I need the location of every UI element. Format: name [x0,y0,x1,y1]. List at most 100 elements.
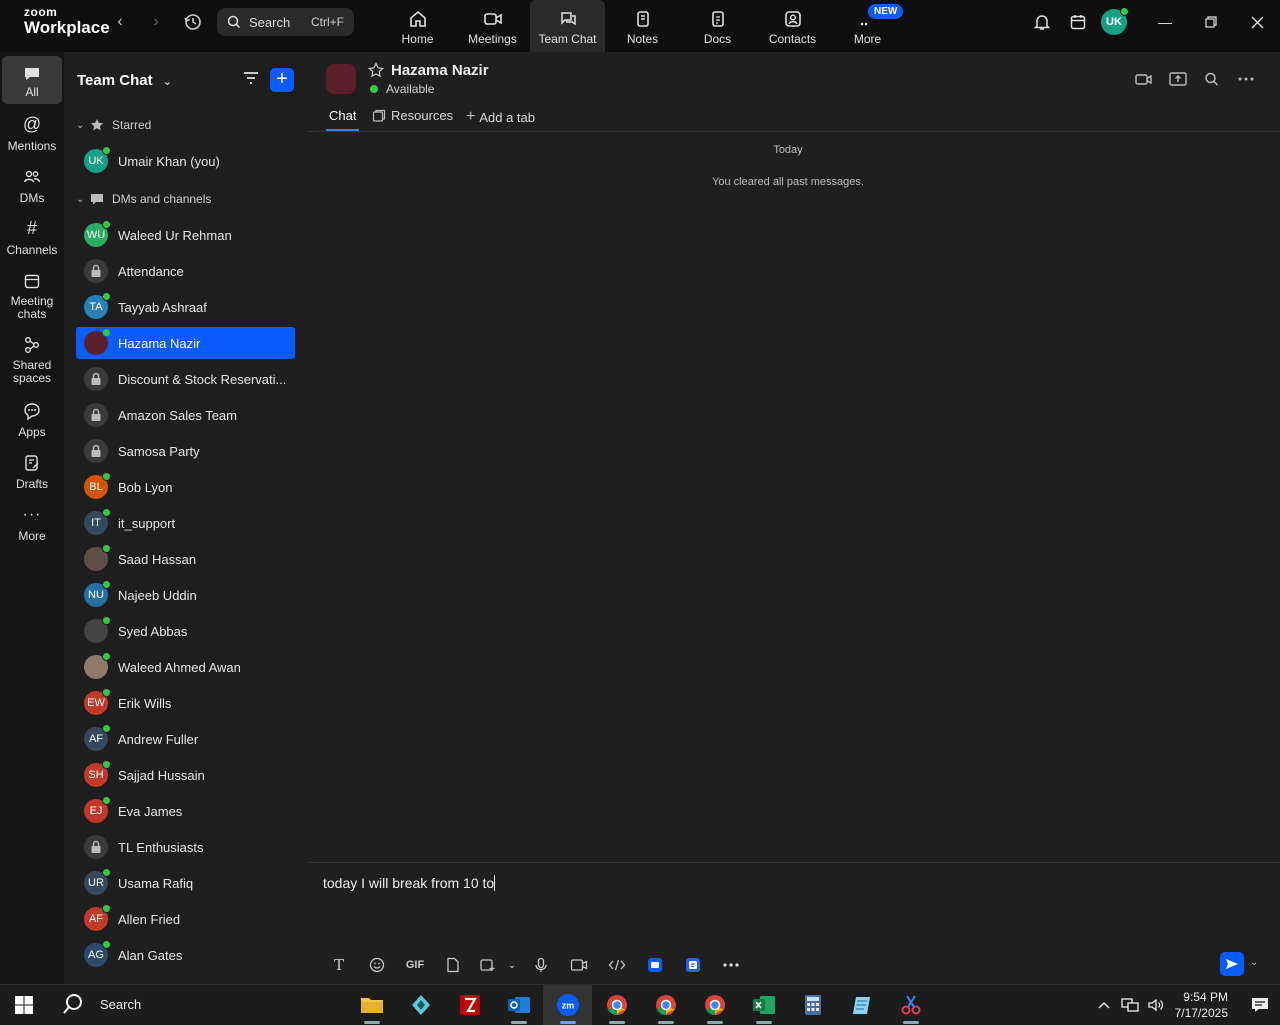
sidebar-title[interactable]: Team Chat ⌄ [77,72,172,89]
chrome-profile-2-icon[interactable] [641,985,690,1025]
gif-button[interactable]: GIF [396,953,434,977]
tab-chat[interactable]: Chat [325,108,360,131]
sidebar-item[interactable]: Amazon Sales Team [76,399,295,431]
microphone-icon[interactable] [522,953,560,977]
sidebar-item[interactable]: Discount & Stock Reservati... [76,363,295,395]
sidebar-item[interactable]: EW Erik Wills [76,687,295,719]
sidebar-item[interactable]: WU Waleed Ur Rehman [76,219,295,251]
chrome-icon[interactable] [592,985,641,1025]
restore-icon[interactable] [1188,0,1234,44]
avatar-initials: AG [88,949,104,961]
section-starred[interactable]: ⌄ Starred [76,118,151,132]
sidebar-item[interactable]: BL Bob Lyon [76,471,295,503]
close-icon[interactable] [1234,0,1280,44]
notepad-icon[interactable] [837,985,886,1025]
taskbar-clock[interactable]: 9:54 PM 7/17/2025 [1175,989,1228,1021]
sidebar-item[interactable]: NU Najeeb Uddin [76,579,295,611]
sidebar-item[interactable]: AF Andrew Fuller [76,723,295,755]
search-box[interactable]: Search Ctrl+F [217,8,354,36]
snipping-tool-icon[interactable] [886,985,935,1025]
forward-arrow-icon[interactable]: › [146,12,166,32]
sidebar-item[interactable]: AF Allen Fried [76,903,295,935]
more-tools-icon[interactable] [712,953,750,977]
star-icon[interactable] [367,62,385,83]
nav-notes[interactable]: Notes [605,0,680,52]
sidebar-item[interactable]: UR Usama Rafiq [76,867,295,899]
nav-docs[interactable]: Docs [680,0,755,52]
sidebar-item[interactable]: Samosa Party [76,435,295,467]
app-diamond-icon[interactable] [396,985,445,1025]
send-button[interactable] [1220,952,1244,976]
screenshot-icon[interactable] [472,953,502,977]
share-screen-icon[interactable] [1168,70,1188,88]
calculator-icon[interactable] [788,985,837,1025]
filezilla-icon[interactable] [445,985,494,1025]
sidebar-item[interactable]: AG Alan Gates [76,939,295,971]
rail-all[interactable]: All [2,56,62,104]
nav-more[interactable]: NEW More [830,0,905,52]
sidebar-item-starred[interactable]: UK Umair Khan (you) [76,145,295,177]
plus-icon: + [276,68,288,90]
back-arrow-icon[interactable]: ‹ [110,12,130,32]
minimize-icon[interactable]: — [1142,0,1188,44]
chevron-up-icon[interactable] [1091,987,1117,1023]
file-explorer-icon[interactable] [347,985,396,1025]
sidebar-item[interactable]: SH Sajjad Hussain [76,759,295,791]
notifications-icon[interactable] [1240,987,1280,1023]
chevron-down-icon[interactable]: ⌄ [502,953,522,977]
rail-meeting-chats[interactable]: Meeting chats [2,272,62,321]
tab-resources[interactable]: Resources [372,108,453,123]
nav-team-chat[interactable]: Team Chat [530,0,605,52]
emoji-icon[interactable] [358,953,396,977]
message-composer[interactable]: today I will break from 10 to T GIF ⌄ ⌄ [308,862,1280,984]
video-message-icon[interactable] [560,953,598,977]
rail-dms[interactable]: DMs [2,168,62,205]
filter-icon[interactable] [242,70,264,90]
sidebar-item[interactable]: TA Tayyab Ashraaf [76,291,295,323]
chat-avatar[interactable] [326,64,356,94]
nav-meetings[interactable]: Meetings [455,0,530,52]
message-input[interactable]: today I will break from 10 to [323,875,496,891]
rail-apps[interactable]: Apps [2,402,62,439]
send-options-chevron-icon[interactable]: ⌄ [1250,957,1258,968]
search-icon[interactable] [1202,70,1222,88]
section-dms-channels[interactable]: ⌄ DMs and channels [76,192,211,206]
new-chat-button[interactable]: + [270,68,294,92]
rail-more[interactable]: ··· More [2,507,62,543]
sidebar-item[interactable]: TL Enthusiasts [76,831,295,863]
sidebar-item[interactable]: Attendance [76,255,295,287]
outlook-icon[interactable] [494,985,543,1025]
bell-icon[interactable] [1024,4,1060,40]
rail-drafts[interactable]: Drafts [2,454,62,491]
zoom-app-icon[interactable] [674,953,712,977]
sidebar-item[interactable]: IT it_support [76,507,295,539]
video-call-icon[interactable] [1134,70,1154,88]
sidebar-item[interactable]: Saad Hassan [76,543,295,575]
volume-icon[interactable] [1143,987,1169,1023]
excel-icon[interactable] [739,985,788,1025]
zoom-taskbar-icon[interactable]: zm [543,985,592,1025]
windows-start-icon[interactable] [14,995,34,1020]
sidebar-item[interactable]: Syed Abbas [76,615,295,647]
profile-avatar[interactable]: UK [1096,4,1132,40]
more-options-icon[interactable] [1236,70,1256,88]
chat-contact-name[interactable]: Hazama Nazir [391,62,489,79]
format-text-icon[interactable]: T [320,953,358,977]
nav-home[interactable]: Home [380,0,455,52]
app-integration-icon[interactable] [636,953,674,977]
tab-add[interactable]: + Add a tab [466,108,535,126]
sidebar-item[interactable]: Waleed Ahmed Awan [76,651,295,683]
rail-channels[interactable]: # Channels [2,218,62,257]
sidebar-item[interactable]: EJ Eva James [76,795,295,827]
code-snippet-icon[interactable] [598,953,636,977]
calendar-icon[interactable] [1060,4,1096,40]
file-icon[interactable] [434,953,472,977]
rail-mentions[interactable]: @ Mentions [2,114,62,153]
history-icon[interactable] [183,12,203,32]
nav-contacts[interactable]: Contacts [755,0,830,52]
taskbar-search[interactable]: Search [62,993,141,1015]
chrome-profile-3-icon[interactable] [690,985,739,1025]
network-icon[interactable] [1117,987,1143,1023]
sidebar-item[interactable]: Hazama Nazir [76,327,295,359]
rail-shared-spaces[interactable]: Shared spaces [2,336,62,385]
